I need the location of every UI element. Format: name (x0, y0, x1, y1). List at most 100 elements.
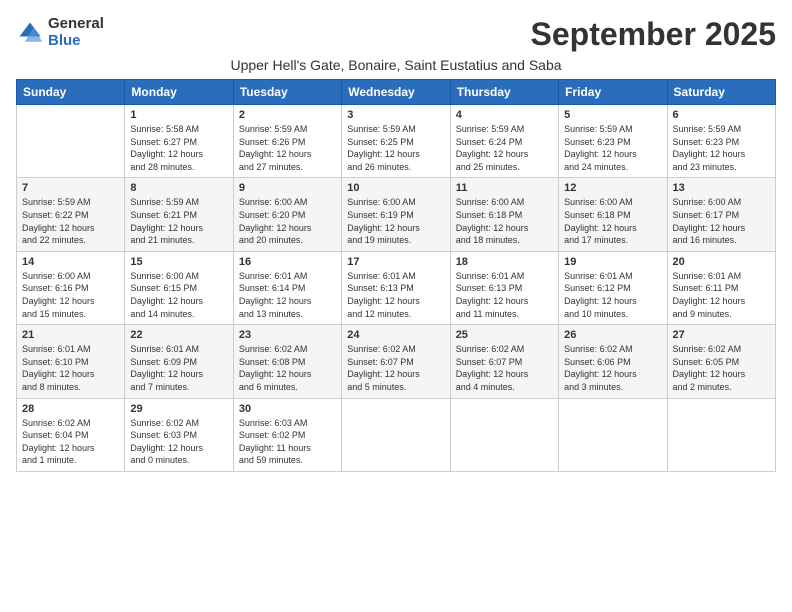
calendar-cell: 19 Sunrise: 6:01 AM Sunset: 6:12 PM Dayli… (559, 251, 667, 324)
day-info: Sunrise: 6:00 AM Sunset: 6:19 PM Dayligh… (347, 196, 444, 246)
day-info: Sunrise: 5:59 AM Sunset: 6:24 PM Dayligh… (456, 123, 553, 173)
day-info: Sunrise: 5:59 AM Sunset: 6:23 PM Dayligh… (564, 123, 661, 173)
day-number: 29 (130, 403, 227, 415)
title-block: September 2025 (531, 16, 776, 53)
weekday-header: Wednesday (342, 80, 450, 105)
day-info: Sunrise: 5:59 AM Sunset: 6:22 PM Dayligh… (22, 196, 119, 246)
day-info: Sunrise: 5:59 AM Sunset: 6:23 PM Dayligh… (673, 123, 770, 173)
calendar-cell: 10 Sunrise: 6:00 AM Sunset: 6:19 PM Dayli… (342, 178, 450, 251)
day-number: 5 (564, 109, 661, 121)
subtitle: Upper Hell's Gate, Bonaire, Saint Eustat… (16, 57, 776, 73)
logo-blue: Blue (48, 33, 104, 50)
day-info: Sunrise: 6:00 AM Sunset: 6:18 PM Dayligh… (564, 196, 661, 246)
weekday-header: Saturday (667, 80, 775, 105)
day-info: Sunrise: 6:00 AM Sunset: 6:15 PM Dayligh… (130, 270, 227, 320)
day-info: Sunrise: 5:59 AM Sunset: 6:26 PM Dayligh… (239, 123, 336, 173)
calendar-cell: 17Sunrise: 6:01 AM Sunset: 6:13 PM Dayli… (342, 251, 450, 324)
weekday-header-row: SundayMondayTuesdayWednesdayThursdayFrid… (17, 80, 776, 105)
page-header: General Blue September 2025 (16, 16, 776, 53)
calendar-cell (17, 105, 125, 178)
day-number: 10 (347, 182, 444, 194)
day-info: Sunrise: 5:59 AM Sunset: 6:21 PM Dayligh… (130, 196, 227, 246)
calendar-cell (450, 398, 558, 471)
calendar-cell: 28 Sunrise: 6:02 AM Sunset: 6:04 PM Dayli… (17, 398, 125, 471)
day-number: 27 (673, 329, 770, 341)
calendar-cell: 1Sunrise: 5:58 AM Sunset: 6:27 PM Daylig… (125, 105, 233, 178)
calendar-cell: 13 Sunrise: 6:00 AM Sunset: 6:17 PM Dayli… (667, 178, 775, 251)
day-number: 8 (130, 182, 227, 194)
day-info: Sunrise: 6:00 AM Sunset: 6:18 PM Dayligh… (456, 196, 553, 246)
calendar-week-row: 14 Sunrise: 6:00 AM Sunset: 6:16 PM Dayli… (17, 251, 776, 324)
day-info: Sunrise: 6:01 AM Sunset: 6:11 PM Dayligh… (673, 270, 770, 320)
day-number: 28 (22, 403, 119, 415)
weekday-header: Monday (125, 80, 233, 105)
day-info: Sunrise: 6:02 AM Sunset: 6:05 PM Dayligh… (673, 343, 770, 393)
calendar-cell: 14 Sunrise: 6:00 AM Sunset: 6:16 PM Dayli… (17, 251, 125, 324)
day-number: 1 (130, 109, 227, 121)
day-info: Sunrise: 6:02 AM Sunset: 6:07 PM Dayligh… (456, 343, 553, 393)
day-number: 25 (456, 329, 553, 341)
calendar-cell: 2 Sunrise: 5:59 AM Sunset: 6:26 PM Daylig… (233, 105, 341, 178)
weekday-header: Friday (559, 80, 667, 105)
calendar-cell: 29 Sunrise: 6:02 AM Sunset: 6:03 PM Dayli… (125, 398, 233, 471)
day-info: Sunrise: 6:00 AM Sunset: 6:20 PM Dayligh… (239, 196, 336, 246)
day-number: 23 (239, 329, 336, 341)
calendar-week-row: 28 Sunrise: 6:02 AM Sunset: 6:04 PM Dayli… (17, 398, 776, 471)
calendar-cell: 4Sunrise: 5:59 AM Sunset: 6:24 PM Daylig… (450, 105, 558, 178)
day-number: 12 (564, 182, 661, 194)
logo-general: General (48, 16, 104, 33)
calendar-cell: 24Sunrise: 6:02 AM Sunset: 6:07 PM Dayli… (342, 325, 450, 398)
day-info: Sunrise: 6:01 AM Sunset: 6:14 PM Dayligh… (239, 270, 336, 320)
day-info: Sunrise: 6:02 AM Sunset: 6:04 PM Dayligh… (22, 417, 119, 467)
calendar-cell: 8 Sunrise: 5:59 AM Sunset: 6:21 PM Daylig… (125, 178, 233, 251)
calendar-cell: 23 Sunrise: 6:02 AM Sunset: 6:08 PM Dayli… (233, 325, 341, 398)
calendar-cell (667, 398, 775, 471)
weekday-header: Tuesday (233, 80, 341, 105)
day-info: Sunrise: 6:01 AM Sunset: 6:09 PM Dayligh… (130, 343, 227, 393)
calendar-cell: 26Sunrise: 6:02 AM Sunset: 6:06 PM Dayli… (559, 325, 667, 398)
day-number: 2 (239, 109, 336, 121)
day-info: Sunrise: 6:01 AM Sunset: 6:12 PM Dayligh… (564, 270, 661, 320)
calendar-cell: 27 Sunrise: 6:02 AM Sunset: 6:05 PM Dayli… (667, 325, 775, 398)
day-number: 22 (130, 329, 227, 341)
calendar-cell (342, 398, 450, 471)
calendar-cell: 9 Sunrise: 6:00 AM Sunset: 6:20 PM Daylig… (233, 178, 341, 251)
day-number: 21 (22, 329, 119, 341)
calendar-cell: 16Sunrise: 6:01 AM Sunset: 6:14 PM Dayli… (233, 251, 341, 324)
day-info: Sunrise: 6:00 AM Sunset: 6:16 PM Dayligh… (22, 270, 119, 320)
day-info: Sunrise: 6:02 AM Sunset: 6:03 PM Dayligh… (130, 417, 227, 467)
day-info: Sunrise: 6:00 AM Sunset: 6:17 PM Dayligh… (673, 196, 770, 246)
calendar-cell: 5 Sunrise: 5:59 AM Sunset: 6:23 PM Daylig… (559, 105, 667, 178)
calendar-cell: 21 Sunrise: 6:01 AM Sunset: 6:10 PM Dayli… (17, 325, 125, 398)
day-number: 14 (22, 256, 119, 268)
day-number: 19 (564, 256, 661, 268)
calendar-cell (559, 398, 667, 471)
weekday-header: Sunday (17, 80, 125, 105)
calendar-cell: 11 Sunrise: 6:00 AM Sunset: 6:18 PM Dayli… (450, 178, 558, 251)
calendar-cell: 7 Sunrise: 5:59 AM Sunset: 6:22 PM Daylig… (17, 178, 125, 251)
day-info: Sunrise: 6:01 AM Sunset: 6:10 PM Dayligh… (22, 343, 119, 393)
logo-icon (16, 19, 44, 47)
day-info: Sunrise: 6:03 AM Sunset: 6:02 PM Dayligh… (239, 417, 336, 467)
calendar-week-row: 21 Sunrise: 6:01 AM Sunset: 6:10 PM Dayli… (17, 325, 776, 398)
calendar-cell: 6Sunrise: 5:59 AM Sunset: 6:23 PM Daylig… (667, 105, 775, 178)
calendar-cell: 25 Sunrise: 6:02 AM Sunset: 6:07 PM Dayli… (450, 325, 558, 398)
calendar-cell: 18Sunrise: 6:01 AM Sunset: 6:13 PM Dayli… (450, 251, 558, 324)
day-number: 7 (22, 182, 119, 194)
day-info: Sunrise: 6:02 AM Sunset: 6:08 PM Dayligh… (239, 343, 336, 393)
day-number: 30 (239, 403, 336, 415)
day-number: 9 (239, 182, 336, 194)
calendar: SundayMondayTuesdayWednesdayThursdayFrid… (16, 79, 776, 472)
calendar-week-row: 7 Sunrise: 5:59 AM Sunset: 6:22 PM Daylig… (17, 178, 776, 251)
day-number: 11 (456, 182, 553, 194)
month-title: September 2025 (531, 16, 776, 53)
day-number: 13 (673, 182, 770, 194)
logo: General Blue (16, 16, 104, 49)
calendar-cell: 15Sunrise: 6:00 AM Sunset: 6:15 PM Dayli… (125, 251, 233, 324)
calendar-cell: 22 Sunrise: 6:01 AM Sunset: 6:09 PM Dayli… (125, 325, 233, 398)
calendar-cell: 3Sunrise: 5:59 AM Sunset: 6:25 PM Daylig… (342, 105, 450, 178)
day-info: Sunrise: 6:02 AM Sunset: 6:06 PM Dayligh… (564, 343, 661, 393)
weekday-header: Thursday (450, 80, 558, 105)
day-number: 20 (673, 256, 770, 268)
logo-text: General Blue (48, 16, 104, 49)
